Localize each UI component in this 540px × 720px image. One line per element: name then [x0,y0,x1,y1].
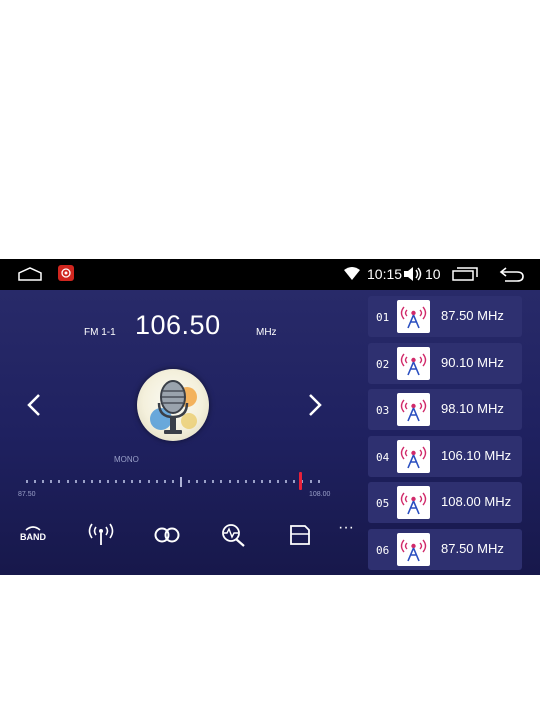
scale-tick [309,480,312,483]
preset-number: 01 [376,311,390,324]
more-icon[interactable]: ··· [336,519,356,543]
scale-tick [277,480,280,483]
preset-item[interactable]: 01 87.50 MHz [368,296,522,337]
scale-tick [98,480,101,483]
preset-item[interactable]: 05 108.00 MHz [368,482,522,523]
scale-tick [74,480,77,483]
app-icon[interactable] [58,265,74,281]
scale-tick [285,480,288,483]
scale-tick [317,480,320,483]
scale-tick [26,480,28,483]
band-label: FM 1-1 [84,327,116,338]
preset-frequency: 87.50 MHz [441,540,504,556]
scale-tick [171,480,174,483]
radio-screen: 10:15 10 FM 1-1 106.50 MHz MONO 87.50 10… [0,259,540,575]
scale-tick [139,480,142,483]
radio-tower-icon [397,486,430,519]
radio-tower-icon [397,439,430,473]
tuning-scale[interactable] [26,473,326,493]
scale-tick [90,480,93,483]
next-station-button[interactable] [307,393,323,417]
save-icon[interactable] [285,523,315,547]
range-min-label: 87.50 [18,491,36,498]
scale-tick [269,480,271,483]
preset-number: 06 [376,543,390,557]
scale-tick [179,477,182,487]
scale-tick [220,480,223,483]
scale-tick [236,480,239,483]
scale-tick [212,480,215,483]
scale-tick [58,480,61,483]
back-icon[interactable] [499,266,525,282]
radio-tower-icon [397,532,430,566]
dx-antenna-icon[interactable] [86,523,116,547]
preset-frequency: 108.00 MHz [441,494,512,509]
preset-frequency: 87.50 MHz [441,308,504,323]
scale-tick [123,480,126,483]
status-bar: 10:15 10 [0,259,540,290]
scale-tick [66,480,69,483]
stereo-icon[interactable] [152,523,182,547]
preset-frequency: 90.10 MHz [441,354,504,370]
scale-tick [50,480,53,483]
scale-tick [163,480,166,483]
band-icon[interactable]: BAND [18,523,48,547]
preset-number: 04 [376,450,390,464]
mono-indicator: MONO [114,455,139,464]
scale-tick [107,480,109,483]
home-icon[interactable] [18,267,42,281]
search-icon[interactable] [219,523,249,547]
frequency-unit: MHz [256,327,277,338]
tuning-needle[interactable] [299,472,302,490]
preset-number: 05 [376,497,390,510]
scale-tick [228,480,231,483]
scale-tick [131,480,134,483]
preset-item[interactable]: 03 98.10 MHz [368,389,522,430]
preset-number: 03 [376,404,390,417]
radio-tower-icon [397,346,430,380]
svg-text:BAND: BAND [20,532,46,542]
scale-tick [42,480,45,483]
scale-tick [244,480,247,483]
status-time: 10:15 [367,266,403,282]
scale-tick [82,480,85,483]
scale-tick [188,480,190,483]
scale-tick [155,480,158,483]
preset-frequency: 98.10 MHz [441,401,504,416]
scale-tick [147,480,150,483]
scale-tick [196,480,199,483]
recent-apps-icon[interactable] [452,267,478,281]
range-max-label: 108.00 [309,491,331,498]
volume-icon[interactable] [403,266,423,282]
wifi-icon [344,267,360,280]
radio-tower-icon [397,393,430,426]
preset-item[interactable]: 04 106.10 MHz [368,435,522,477]
preset-frequency: 106.10 MHz [441,447,512,463]
volume-level: 10 [425,266,441,282]
preset-item[interactable]: 02 90.10 MHz [368,342,522,384]
preset-item[interactable]: 06 87.50 MHz [368,528,522,570]
frequency-display: 106.50 [135,310,221,340]
scale-tick [115,480,118,483]
previous-station-button[interactable] [26,393,42,417]
scale-tick [34,480,37,483]
scale-tick [252,480,255,483]
scale-tick [293,480,296,483]
scale-tick [204,480,207,483]
microphone-logo [137,369,209,441]
radio-tower-icon [397,300,430,333]
preset-number: 02 [376,357,390,371]
scale-tick [260,480,263,483]
